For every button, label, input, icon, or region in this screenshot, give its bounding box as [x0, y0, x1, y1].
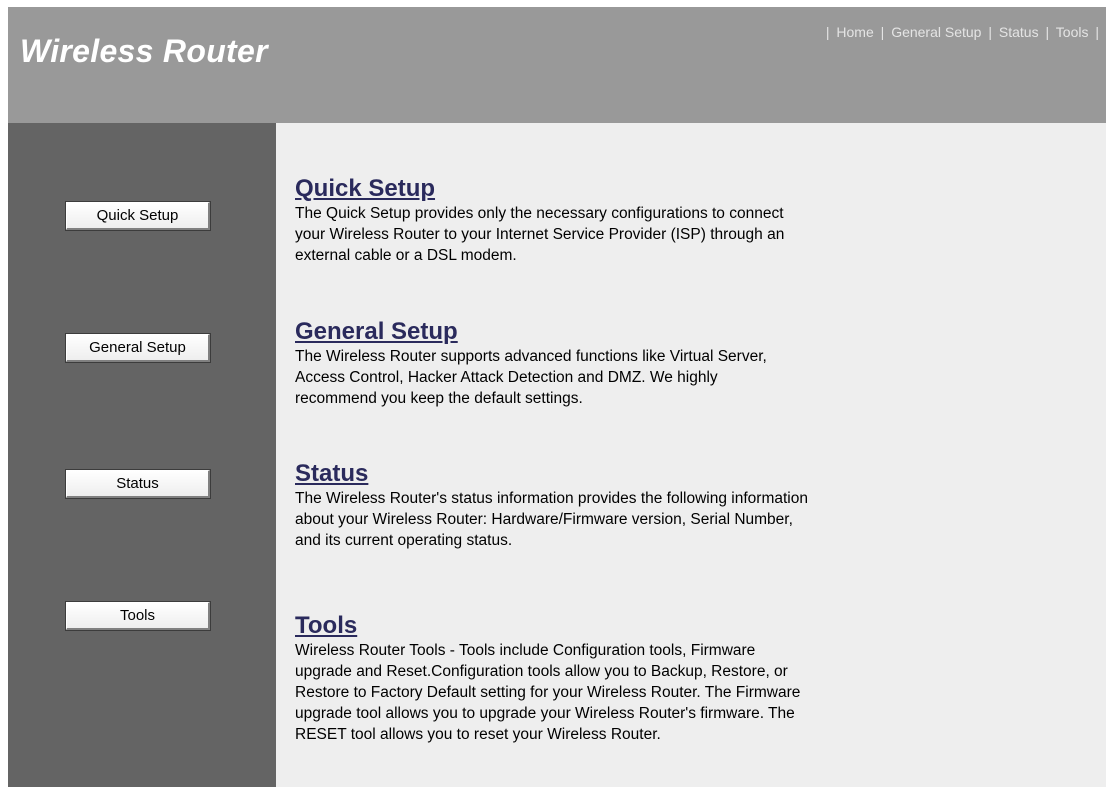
section-status: Status The Wireless Router's status info…	[295, 460, 935, 551]
section-general-setup: General Setup The Wireless Router suppor…	[295, 318, 935, 409]
section-description: The Quick Setup provides only the necess…	[295, 203, 935, 266]
section-title-quick-setup[interactable]: Quick Setup	[295, 175, 435, 203]
section-title-tools[interactable]: Tools	[295, 612, 357, 640]
nav-link-general-setup[interactable]: General Setup	[891, 24, 981, 40]
general-setup-button[interactable]: General Setup	[65, 333, 211, 363]
description-line: about your Wireless Router: Hardware/Fir…	[295, 511, 793, 528]
nav-separator: |	[825, 24, 830, 40]
description-line: The Wireless Router supports advanced fu…	[295, 348, 767, 365]
sidebar: Quick Setup General Setup Status Tools	[8, 123, 276, 787]
description-line: Wireless Router Tools - Tools include Co…	[295, 642, 756, 659]
router-page: Wireless Router | Home | General Setup |…	[8, 7, 1106, 787]
section-quick-setup: Quick Setup The Quick Setup provides onl…	[295, 175, 935, 266]
section-description: The Wireless Router's status information…	[295, 488, 935, 551]
section-tools: Tools Wireless Router Tools - Tools incl…	[295, 612, 935, 745]
section-description: The Wireless Router supports advanced fu…	[295, 346, 935, 409]
description-line: upgrade and Reset.Configuration tools al…	[295, 663, 788, 680]
section-title-general-setup[interactable]: General Setup	[295, 318, 458, 346]
description-line: external cable or a DSL modem.	[295, 247, 517, 264]
nav-separator: |	[1095, 24, 1099, 40]
nav-separator: |	[880, 24, 885, 40]
status-button[interactable]: Status	[65, 469, 211, 499]
nav-link-status[interactable]: Status	[999, 24, 1039, 40]
description-line: The Wireless Router's status information…	[295, 490, 808, 507]
section-title-status[interactable]: Status	[295, 460, 368, 488]
description-line: The Quick Setup provides only the necess…	[295, 205, 784, 222]
header-bar: Wireless Router | Home | General Setup |…	[8, 7, 1106, 123]
nav-separator: |	[988, 24, 993, 40]
nav-link-tools[interactable]: Tools	[1056, 24, 1089, 40]
section-description: Wireless Router Tools - Tools include Co…	[295, 640, 935, 745]
description-line: your Wireless Router to your Internet Se…	[295, 226, 785, 243]
description-line: upgrade tool allows you to upgrade your …	[295, 705, 795, 722]
quick-setup-button[interactable]: Quick Setup	[65, 201, 211, 231]
nav-link-home[interactable]: Home	[836, 24, 873, 40]
tools-button[interactable]: Tools	[65, 601, 211, 631]
description-line: Restore to Factory Default setting for y…	[295, 684, 801, 701]
main-content: Quick Setup The Quick Setup provides onl…	[276, 123, 1106, 787]
description-line: recommend you keep the default settings.	[295, 390, 583, 407]
nav-separator: |	[1045, 24, 1050, 40]
description-line: RESET tool allows you to reset your Wire…	[295, 726, 661, 743]
app-title: Wireless Router	[20, 33, 268, 69]
top-nav: | Home | General Setup | Status | Tools …	[823, 24, 1102, 40]
description-line: Access Control, Hacker Attack Detection …	[295, 369, 718, 386]
description-line: and its current operating status.	[295, 532, 513, 549]
